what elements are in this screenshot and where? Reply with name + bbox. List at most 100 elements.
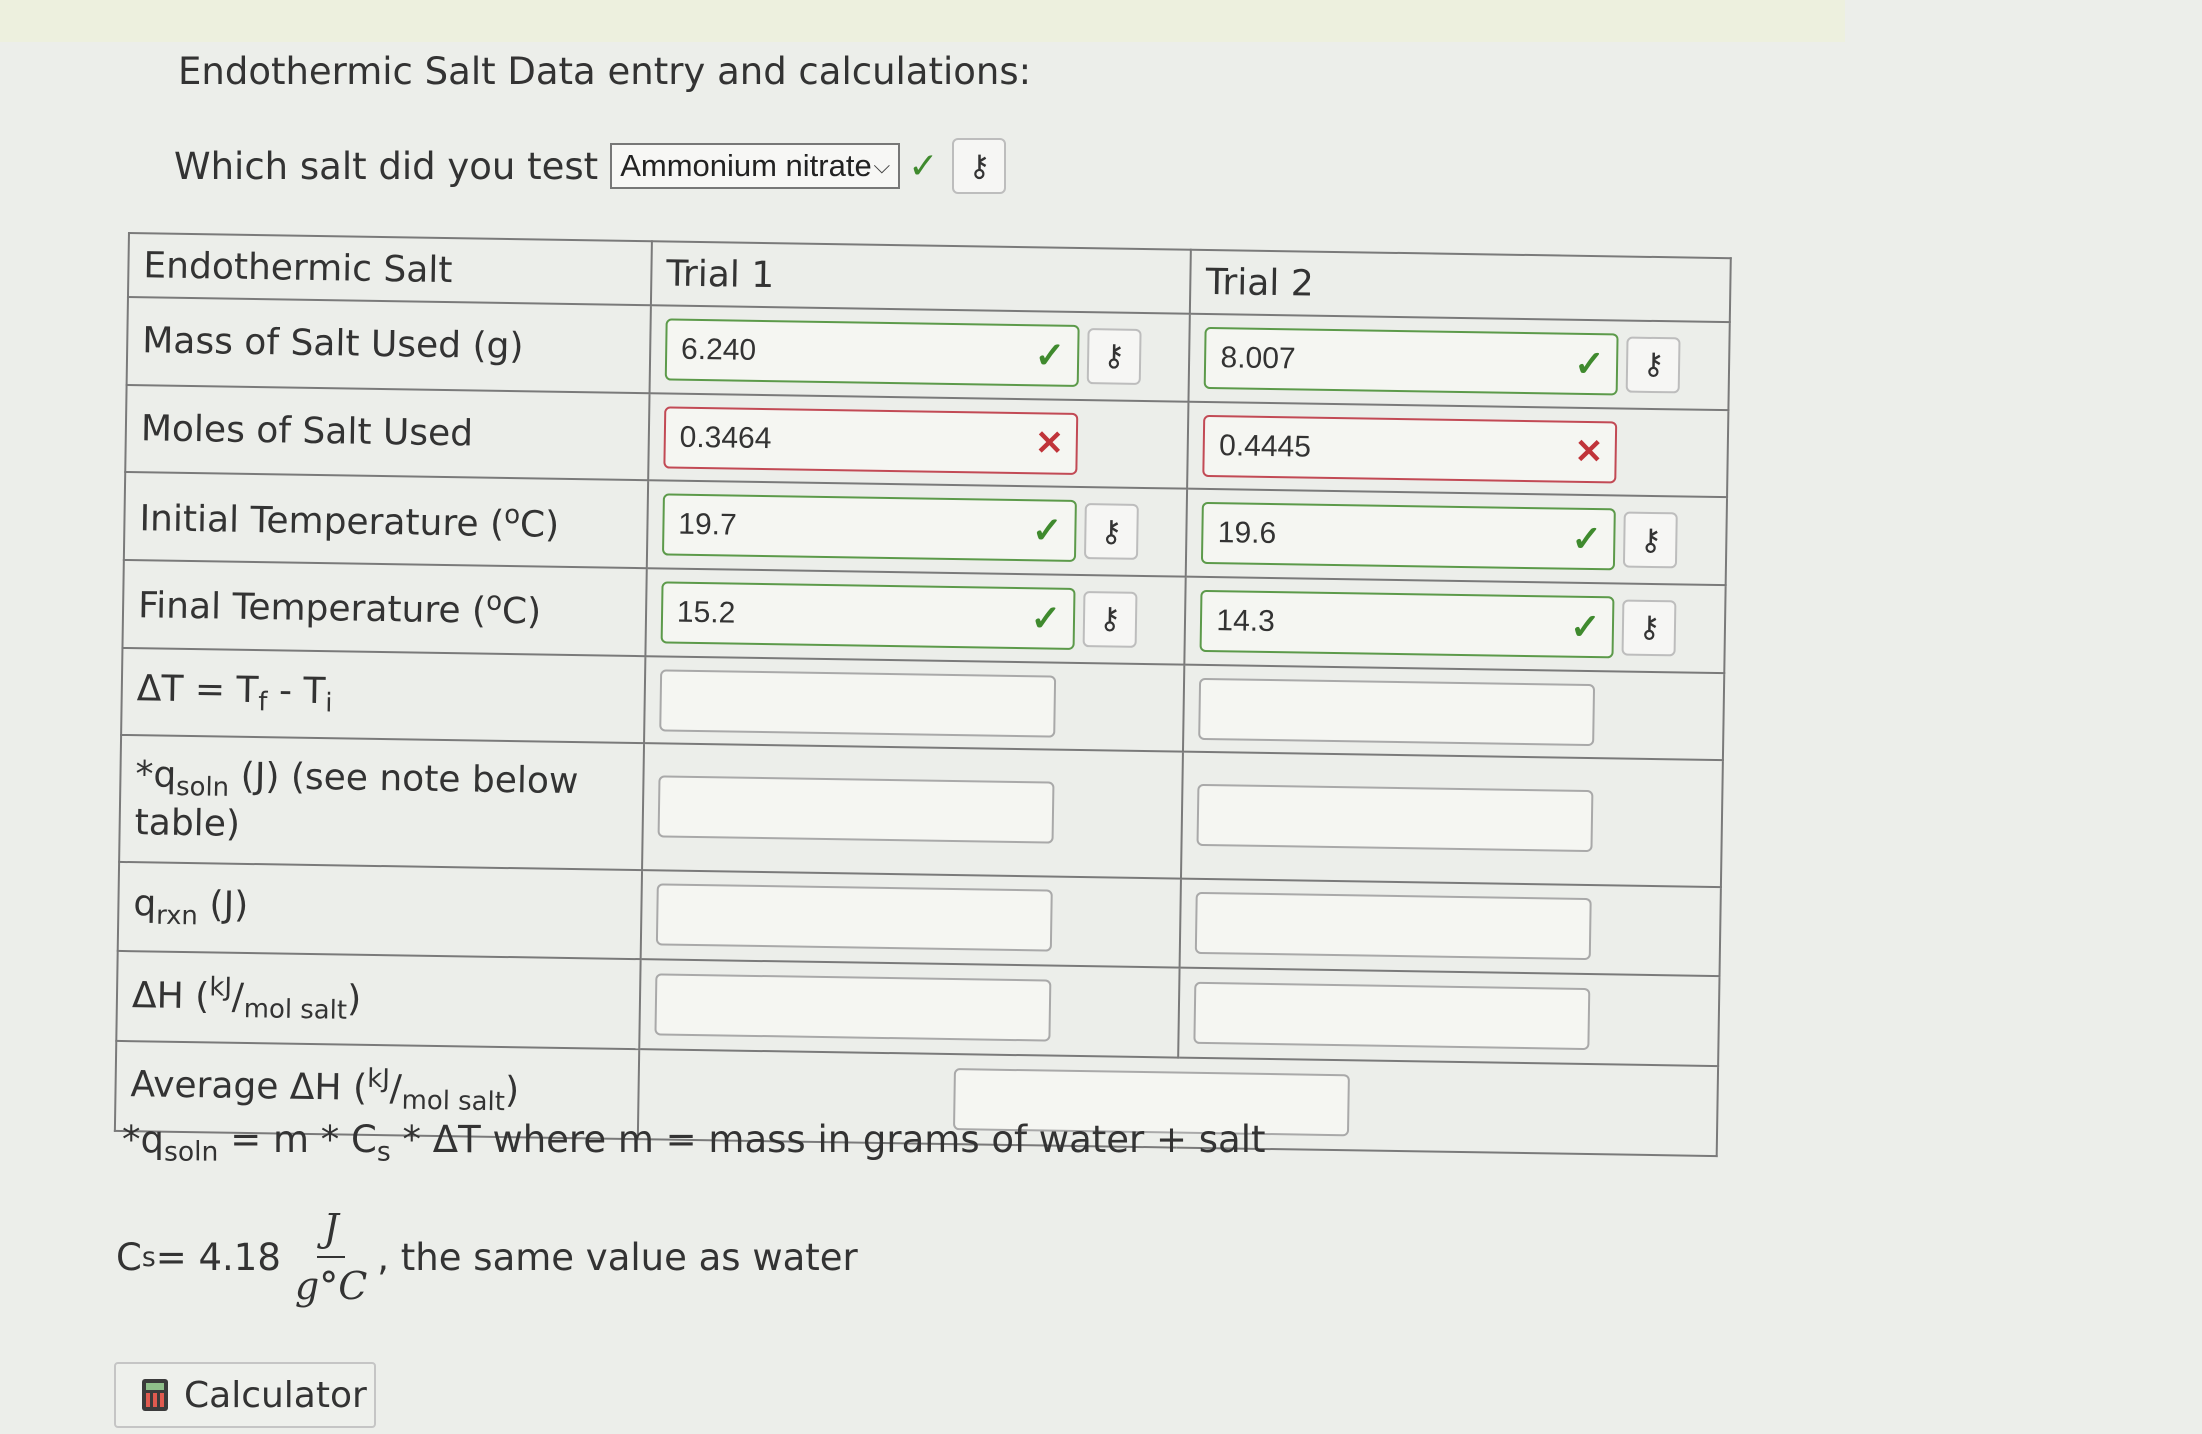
final-temp-trial-2-value: 14.3 [1216,604,1276,638]
label-sup: kJ [366,1064,391,1095]
key-icon: ⚷ [1642,347,1665,383]
label-text: ) [504,1070,520,1112]
key-icon: ⚷ [1638,610,1661,646]
note-sub: s [376,1136,391,1168]
moles-trial-2-input[interactable]: 0.4445 ✕ [1202,414,1618,484]
mass-trial-2-input[interactable]: 8.007 ✓ [1204,326,1619,396]
label-sub: rxn [155,900,199,932]
header-endothermic-salt: Endothermic Salt [127,233,652,306]
delta-h-trial-1-input[interactable] [654,973,1052,1042]
label-sub: mol salt [401,1086,506,1118]
label-sup: kJ [209,972,233,1003]
delta-t-trial-1-input[interactable] [659,669,1056,738]
check-icon: ✓ [1034,334,1066,376]
note-sub: soln [164,1136,219,1168]
label-text: (J) [197,884,249,926]
label-sub: i [325,688,333,719]
moles-trial-2-value: 0.4445 [1218,428,1312,464]
label-text: - T [267,670,326,713]
row-q-soln: *qsoln (J) (see note below table) [119,735,1723,887]
mass-trial-1-value: 6.240 [680,332,757,367]
label-text: / [231,976,245,1018]
final-temp-trial-1-value: 15.2 [676,595,736,630]
top-banner [0,0,1845,42]
salt-key-button[interactable]: ⚷ [952,138,1007,194]
check-icon: ✓ [1030,597,1062,639]
note-text: = m * C [218,1118,377,1161]
label-text: Average ΔH ( [130,1064,368,1110]
final-temp-trial-2-input[interactable]: 14.3 ✓ [1199,589,1615,659]
label-sub: soln [175,772,230,804]
key-icon: ⚷ [1099,514,1123,550]
mass-trial-2-value: 8.007 [1220,341,1296,376]
cs-unit-fraction: J g°C [295,1200,367,1314]
check-icon: ✓ [908,145,939,187]
degree-sup: o [485,587,503,618]
cross-icon: ✕ [1034,423,1064,463]
salt-question: Which salt did you test Ammonium nitrate… [174,138,1007,194]
label-text: ΔT = T [136,668,259,712]
q-rxn-trial-1-input[interactable] [655,883,1053,953]
salt-select[interactable]: Ammonium nitrate ⌵ [610,143,901,189]
cs-rest: , the same value as water [377,1235,858,1279]
q-soln-trial-1-input[interactable] [657,775,1055,845]
row-label-q-rxn: qrxn (J) [117,861,642,960]
final-temp-trial-2-key-button[interactable]: ⚷ [1621,599,1677,657]
calculator-button[interactable]: Calculator [114,1362,376,1428]
final-temp-trial-1-key-button[interactable]: ⚷ [1082,590,1138,648]
label-text: ) [346,978,362,1020]
salt-question-label: Which salt did you test [174,144,599,188]
row-label-q-soln: *qsoln (J) (see note below table) [119,735,644,870]
calculator-icon [142,1379,168,1411]
initial-temp-trial-2-key-button[interactable]: ⚷ [1623,511,1679,569]
header-trial-2: Trial 2 [1190,249,1731,323]
cs-value: = 4.18 [155,1235,281,1279]
salt-select-value: Ammonium nitrate [620,148,872,183]
row-label-moles: Moles of Salt Used [125,384,650,481]
note-text: *q [122,1118,164,1161]
row-label-final-temp: Final Temperature (oC) [122,560,647,656]
delta-h-trial-2-input[interactable] [1193,982,1591,1051]
label-text: q [133,883,157,925]
chevron-down-icon: ⌵ [873,153,891,178]
initial-temp-trial-2-value: 19.6 [1217,516,1277,551]
key-icon: ⚷ [1098,601,1122,638]
cs-sub: s [141,1241,156,1273]
q-soln-trial-2-input[interactable] [1196,784,1594,853]
mass-trial-2-key-button[interactable]: ⚷ [1626,336,1681,394]
label-text: *q [135,754,177,797]
final-temp-trial-1-input[interactable]: 15.2 ✓ [660,581,1076,650]
cs-unit-numerator: J [317,1200,345,1258]
moles-trial-1-value: 0.3464 [679,420,772,455]
degree-sup: o [503,499,521,530]
mass-trial-1-key-button[interactable]: ⚷ [1086,328,1142,385]
moles-trial-1-input[interactable]: 0.3464 ✕ [663,406,1079,475]
check-icon: ✓ [1569,605,1601,648]
cs-symbol: C [116,1235,142,1279]
check-icon: ✓ [1571,517,1603,560]
q-rxn-trial-2-input[interactable] [1195,892,1593,961]
initial-temp-trial-1-input[interactable]: 19.7 ✓ [661,493,1077,563]
q-soln-note: *qsoln = m * Cs * ΔT where m = mass in g… [122,1118,1266,1167]
key-icon: ⚷ [1102,338,1126,375]
salt-data-table: Endothermic Salt Trial 1 Trial 2 Mass of… [113,232,1732,1158]
label-text: / [389,1068,403,1110]
label-text: Final Temperature ( [137,585,487,633]
row-label-mass: Mass of Salt Used (g) [126,297,651,394]
cross-icon: ✕ [1574,432,1604,471]
note-text: * ΔT where m = mass in grams of water + … [390,1118,1266,1161]
initial-temp-trial-1-key-button[interactable]: ⚷ [1083,503,1139,561]
mass-trial-1-input[interactable]: 6.240 ✓ [664,318,1080,387]
check-icon: ✓ [1574,342,1605,385]
initial-temp-trial-2-input[interactable]: 19.6 ✓ [1201,502,1617,571]
delta-t-trial-2-input[interactable] [1198,677,1596,746]
label-text: ΔH ( [131,974,210,1018]
cs-unit-denominator: g°C [294,1264,368,1308]
calculator-label: Calculator [184,1374,367,1416]
key-icon: ⚷ [1639,522,1663,558]
label-text: Initial Temperature ( [139,497,505,545]
row-label-delta-t: ΔT = Tf - Ti [121,647,646,744]
check-icon: ✓ [1031,509,1063,551]
label-sub: mol salt [243,993,348,1026]
key-icon: ⚷ [968,148,991,184]
